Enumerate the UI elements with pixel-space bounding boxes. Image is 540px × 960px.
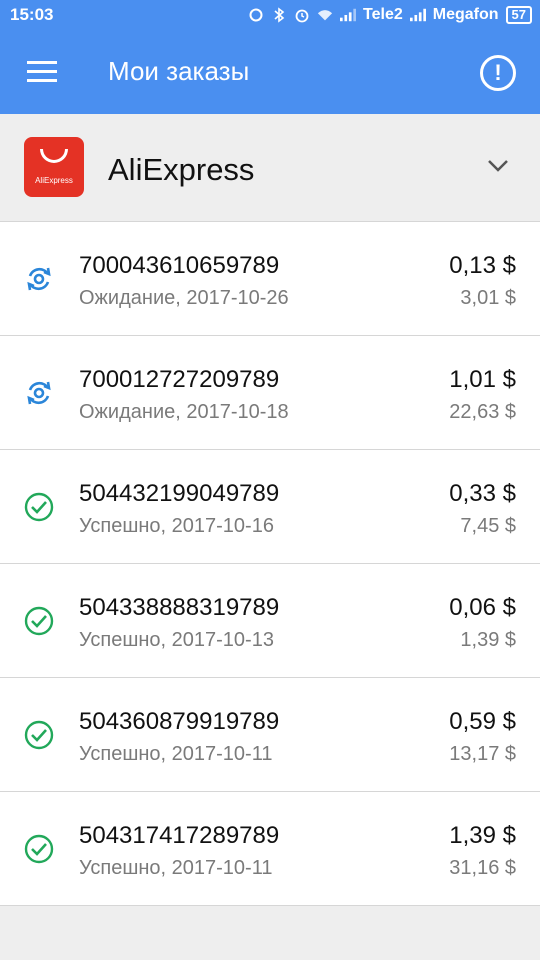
check-circle-icon [24,606,54,636]
orders-list: 700043610659789 Ожидание, 2017-10-26 0,1… [0,222,540,906]
order-total: 31,16 $ [449,857,516,879]
carrier-1: Tele2 [363,6,403,23]
order-total: 1,39 $ [460,629,516,651]
wifi-icon [317,7,333,23]
status-time: 15:03 [10,5,54,24]
aliexpress-logo: AliExpress [24,137,84,197]
page-title: Мои заказы [108,56,250,86]
order-row[interactable]: 504317417289789 Успешно, 2017-10-11 1,39… [0,792,540,906]
order-row[interactable]: 504338888319789 Успешно, 2017-10-13 0,06… [0,564,540,678]
order-status: Успешно, 2017-10-16 [79,515,274,537]
chevron-down-icon[interactable] [486,158,510,179]
check-circle-icon [24,720,54,750]
sync-icon [248,7,264,23]
order-status: Ожидание, 2017-10-18 [79,401,289,423]
sync-pending-icon [24,264,54,294]
order-cashback: 0,33 $ [449,480,516,507]
store-name: AliExpress [108,152,255,187]
order-id: 504317417289789 [79,822,280,849]
order-cashback: 0,59 $ [449,708,516,735]
store-selector[interactable]: AliExpress AliExpress [0,114,540,222]
logo-text: AliExpress [35,176,73,185]
check-circle-icon [24,834,54,864]
order-row[interactable]: 700043610659789 Ожидание, 2017-10-26 0,1… [0,222,540,336]
order-total: 3,01 $ [460,287,516,309]
order-id: 504360879919789 [79,708,280,735]
signal-icon [409,7,426,23]
order-id: 504338888319789 [79,594,280,621]
alarm-icon [294,7,310,23]
app-bar: Мои заказы ! [0,30,540,114]
order-row[interactable]: 504360879919789 Успешно, 2017-10-11 0,59… [0,678,540,792]
battery-indicator: 57 [505,6,532,24]
carrier-2: Megafon [432,6,499,23]
order-cashback: 1,39 $ [449,822,516,849]
order-id: 700043610659789 [79,252,280,279]
order-cashback: 0,13 $ [449,252,516,279]
order-id: 700012727209789 [79,366,280,393]
order-row[interactable]: 700012727209789 Ожидание, 2017-10-18 1,0… [0,336,540,450]
order-cashback: 1,01 $ [449,366,516,393]
signal-icon [340,7,357,23]
hamburger-menu-icon[interactable] [24,58,60,86]
info-icon[interactable]: ! [480,55,516,91]
order-row[interactable]: 504432199049789 Успешно, 2017-10-16 0,33… [0,450,540,564]
check-circle-icon [24,492,54,522]
order-status: Ожидание, 2017-10-26 [79,287,289,309]
order-total: 22,63 $ [449,401,516,423]
sync-pending-icon [24,378,54,408]
order-total: 7,45 $ [460,515,516,537]
order-total: 13,17 $ [449,743,516,765]
order-id: 504432199049789 [79,480,280,507]
bluetooth-icon [271,7,287,23]
status-icons: Tele2 Megafon 57 [248,6,532,24]
order-status: Успешно, 2017-10-11 [79,857,273,879]
order-status: Успешно, 2017-10-11 [79,743,273,765]
order-status: Успешно, 2017-10-13 [79,629,274,651]
order-cashback: 0,06 $ [449,594,516,621]
status-bar: 15:03 Tele2 Megafon 57 [0,0,540,30]
